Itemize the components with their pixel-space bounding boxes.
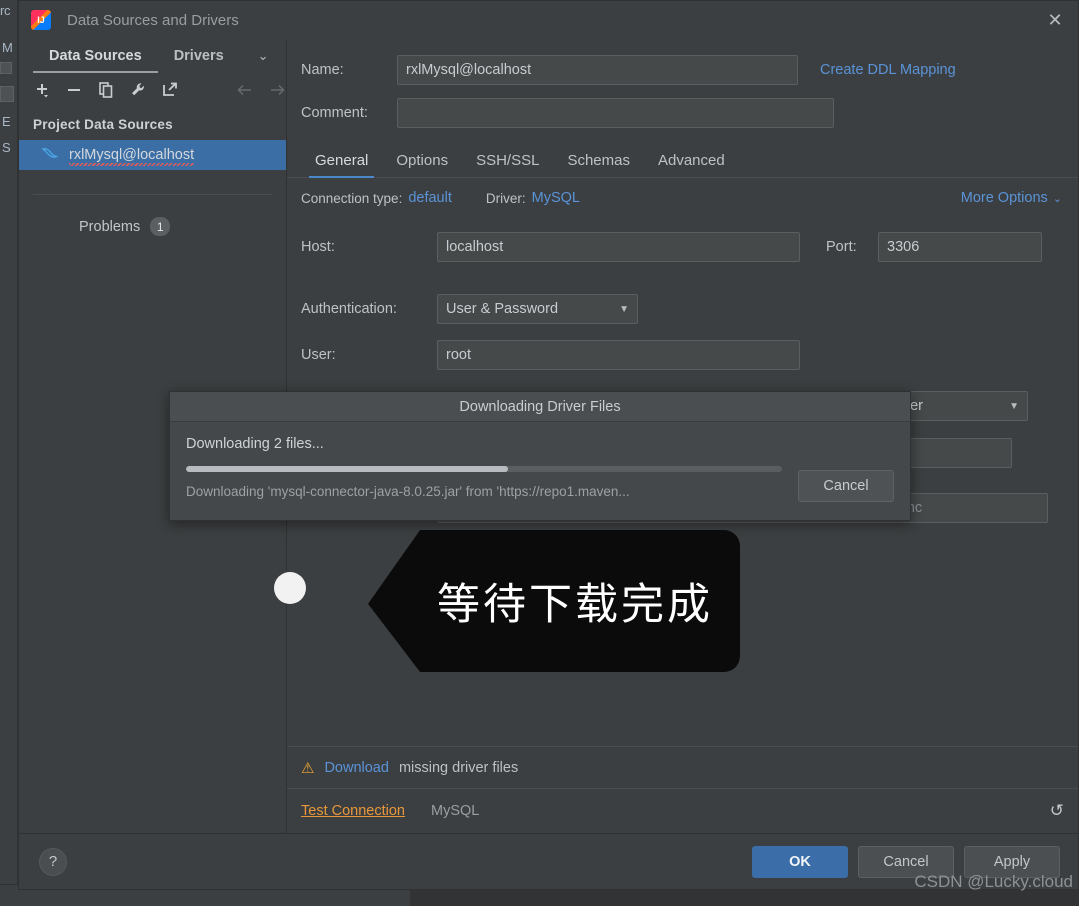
copy-icon[interactable] [97,80,115,100]
ide-bg-fragment-2: E [2,114,11,129]
remove-icon[interactable] [65,80,83,100]
tab-options[interactable]: Options [382,146,462,177]
right-panel-footer: ⚠ Download missing driver files Test Con… [287,746,1078,833]
missing-driver-text: missing driver files [398,759,519,776]
user-label: User: [301,347,336,363]
help-button[interactable]: ? [39,847,67,876]
download-detail-text: Downloading 'mysql-connector-java-8.0.25… [186,484,630,499]
driver-name-label: MySQL [430,803,480,819]
ide-bg-square-1 [0,62,12,74]
close-icon[interactable]: ✕ [1032,1,1078,39]
user-row: User: root [287,340,1078,370]
ide-bg-fragment-1: M [2,40,13,55]
tab-advanced[interactable]: Advanced [644,146,739,177]
authentication-label: Authentication: [301,301,397,317]
mysql-dolphin-icon [41,145,59,165]
name-input[interactable]: rxlMysql@localhost [397,55,798,85]
revert-icon[interactable]: ↺ [1050,801,1064,821]
connection-type-value[interactable]: default [408,190,452,206]
name-row: Name: rxlMysql@localhost Create DDL Mapp… [287,55,1078,85]
wrench-icon[interactable] [129,80,147,100]
connection-meta-row: Connection type: default Driver: MySQL M… [287,178,1078,206]
host-input[interactable]: localhost [437,232,800,262]
host-label: Host: [301,239,335,255]
add-icon[interactable] [33,80,51,100]
tab-general[interactable]: General [301,146,382,178]
download-dialog-body: Downloading 2 files... Downloading 'mysq… [170,422,910,520]
project-data-sources-header: Project Data Sources [33,117,173,132]
test-connection-link[interactable]: Test Connection [301,803,405,819]
problems-row[interactable]: Problems 1 [19,195,286,236]
settings-tabs: General Options SSH/SSL Schemas Advanced [287,146,1078,178]
port-label: Port: [826,239,857,255]
chevron-down-icon: ▼ [1009,400,1019,412]
comment-input[interactable] [397,98,834,128]
downloading-driver-files-dialog: Downloading Driver Files Downloading 2 f… [169,391,911,521]
download-dialog-title: Downloading Driver Files [170,392,910,422]
warning-triangle-icon: ⚠ [301,759,315,777]
authentication-value: User & Password [446,301,559,317]
missing-driver-warning: ⚠ Download missing driver files [287,746,1078,788]
comment-label: Comment: [301,105,368,121]
comment-row: Comment: [287,98,1078,128]
ok-button[interactable]: OK [752,845,848,878]
authentication-select[interactable]: User & Password ▼ [437,294,638,324]
tab-drivers[interactable]: Drivers [158,39,240,73]
external-link-icon[interactable] [161,80,179,100]
ide-left-strip [0,0,18,906]
ide-bg-fragment-0: rc [0,3,11,18]
user-input[interactable]: root [437,340,800,370]
ide-bg-square-2 [0,86,14,102]
download-driver-link[interactable]: Download [324,760,389,776]
test-connection-row: Test Connection MySQL ↺ [287,788,1078,833]
tab-schemas[interactable]: Schemas [553,146,644,177]
driver-value[interactable]: MySQL [532,190,580,206]
intellij-icon [31,10,51,30]
driver-label: Driver: [485,190,526,206]
back-arrow-icon[interactable] [236,80,254,100]
more-options-chevron-down-icon[interactable]: ⌄ [1053,192,1062,205]
port-input[interactable]: 3306 [878,232,1042,262]
tab-data-sources[interactable]: Data Sources [33,39,158,73]
chevron-down-icon: ▼ [619,303,629,315]
data-source-label: rxlMysql@localhost [69,147,195,166]
dialog-title: Data Sources and Drivers [67,11,239,29]
problems-count-badge: 1 [150,217,171,236]
ide-bg-fragment-3: S [2,140,11,155]
download-cancel-button[interactable]: Cancel [798,470,894,502]
host-port-row: Host: localhost Port: 3306 [287,232,1078,262]
left-panel-toolbar [19,73,286,107]
dialog-titlebar: Data Sources and Drivers ✕ [19,1,1078,39]
left-panel-tabs: Data Sources Drivers ⌄ [19,39,286,73]
download-status-text: Downloading 2 files... [186,436,324,452]
forward-arrow-icon[interactable] [268,80,286,100]
chevron-down-icon[interactable]: ⌄ [258,48,269,64]
data-source-item-rxlmysql[interactable]: rxlMysql@localhost [19,140,286,170]
name-label: Name: [301,62,344,78]
create-ddl-mapping-link[interactable]: Create DDL Mapping [820,62,956,78]
tab-ssh-ssl[interactable]: SSH/SSL [462,146,553,177]
connection-type-label: Connection type: [301,190,403,206]
problems-label: Problems [79,218,141,235]
watermark: CSDN @Lucky.cloud [914,872,1073,891]
more-options-link[interactable]: More Options [961,190,1048,206]
download-progress-bar [186,466,782,472]
download-progress-fill [186,466,508,472]
authentication-row: Authentication: User & Password ▼ [287,294,1078,324]
